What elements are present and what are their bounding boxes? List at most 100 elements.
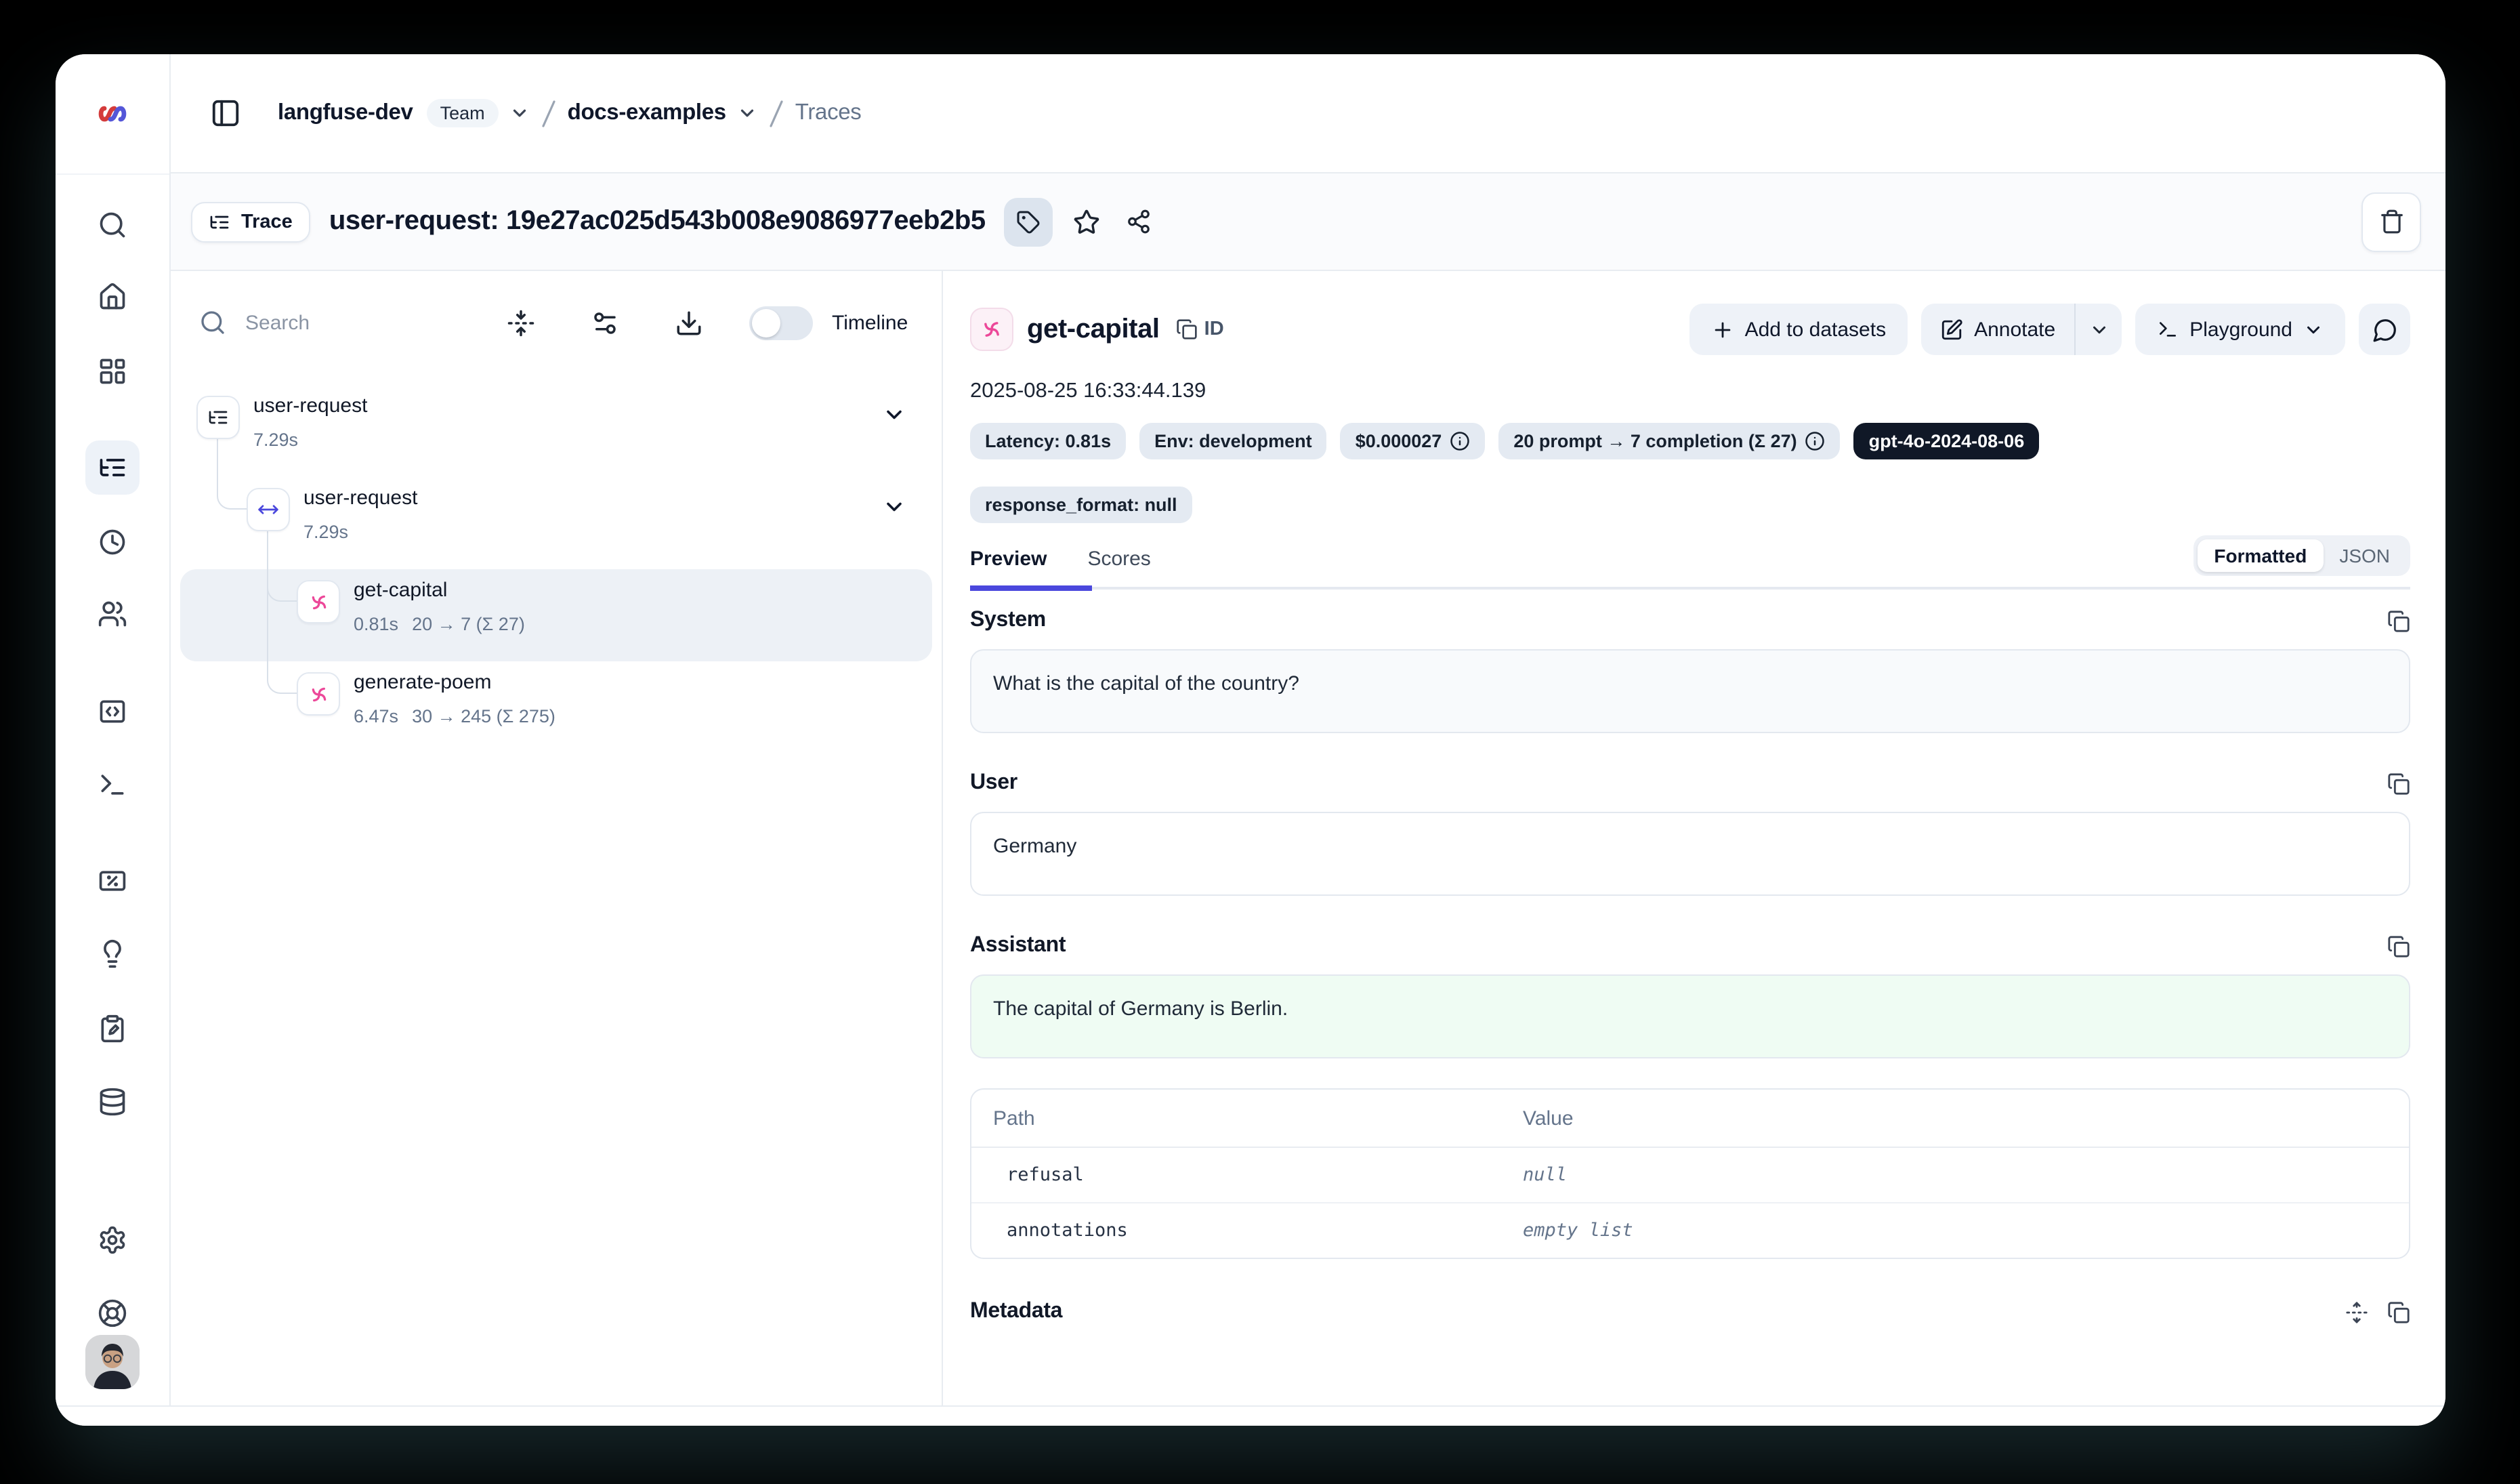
user-message-box: Germany (970, 812, 2410, 896)
breadcrumb-divider (765, 97, 787, 129)
comments-button[interactable] (2359, 304, 2410, 355)
download-icon[interactable] (673, 308, 703, 337)
response-format-badge: response_format: null (970, 487, 1192, 523)
terminal-icon (2157, 318, 2179, 340)
share-button[interactable] (1116, 199, 1162, 245)
cost-value: $0.000027 (1356, 431, 1442, 451)
tree-row-label: user-request (303, 487, 417, 510)
copy-icon (1176, 318, 1198, 340)
users-icon[interactable] (85, 587, 140, 641)
system-role-label: System (970, 609, 1046, 633)
annotate-dropdown-button[interactable] (2076, 304, 2122, 355)
user-role-label: User (970, 771, 1017, 796)
value-cell: empty list (1523, 1220, 2387, 1241)
generation-icon (970, 308, 1013, 351)
playground-button[interactable]: Playground (2135, 304, 2345, 355)
bookmark-star-button[interactable] (1064, 199, 1110, 245)
avatar-image (85, 1335, 140, 1389)
formatted-option[interactable]: Formatted (2198, 539, 2323, 572)
copy-icon[interactable] (2387, 609, 2410, 632)
datasets-database-icon[interactable] (85, 1075, 140, 1129)
breadcrumb-org[interactable]: docs-examples (568, 100, 726, 126)
settings-gear-icon[interactable] (85, 1213, 140, 1267)
delete-trace-button[interactable] (2361, 192, 2421, 251)
search-input[interactable] (243, 310, 451, 335)
breadcrumb-project[interactable]: langfuse-dev (278, 100, 413, 126)
collapse-all-icon[interactable] (505, 308, 535, 337)
chevron-down-icon (2303, 319, 2324, 339)
prompts-code-icon[interactable] (85, 684, 140, 739)
dashboard-icon[interactable] (85, 344, 140, 398)
annotate-label: Annotate (1974, 318, 2055, 341)
env-badge: Env: development (1139, 423, 1327, 459)
detail-title-row: get-capital ID Add to datasets Annotate (970, 304, 2410, 355)
tree-row-duration: 7.29s (303, 522, 348, 542)
copy-icon[interactable] (2387, 934, 2410, 957)
breadcrumb-section: Traces (795, 100, 862, 126)
detail-tabs: Preview Scores Formatted JSON (970, 548, 2410, 590)
observation-timestamp: 2025-08-25 16:33:44.139 (970, 379, 2410, 404)
copy-icon[interactable] (2387, 1300, 2410, 1323)
expand-icon[interactable] (2345, 1300, 2368, 1323)
star-icon (1074, 208, 1101, 235)
tree-row-tokens: 20 → 7 (Σ 27) (412, 614, 525, 634)
timeline-label: Timeline (832, 311, 908, 334)
system-section-header: System (970, 609, 2410, 633)
tag-button[interactable] (1005, 197, 1053, 246)
collapse-chevron-icon[interactable] (882, 403, 906, 427)
format-toggle: Formatted JSON (2193, 535, 2410, 576)
sessions-clock-icon[interactable] (85, 515, 140, 569)
home-icon[interactable] (85, 270, 140, 324)
assistant-message-box: The capital of Germany is Berlin. (970, 974, 2410, 1058)
search-icon[interactable] (85, 198, 140, 252)
copy-id-button[interactable]: ID (1176, 318, 1224, 340)
trace-title: user-request: 19e27ac025d543b008e9086977… (329, 206, 986, 237)
annotate-button[interactable]: Annotate (1921, 304, 2074, 355)
toggle-knob (752, 308, 780, 337)
view-options-icon[interactable] (589, 308, 619, 337)
tokens-value: 20 prompt → 7 completion (Σ 27) (1513, 431, 1797, 451)
org-chevron-down-icon[interactable] (737, 103, 757, 123)
project-chevron-down-icon[interactable] (509, 103, 530, 123)
trace-tree-icon (209, 211, 230, 232)
tab-scores[interactable]: Scores (1087, 548, 1150, 571)
top-nav: langfuse-dev Team docs-examples Traces (169, 54, 2445, 173)
add-to-datasets-button[interactable]: Add to datasets (1689, 304, 1908, 355)
evals-percent-icon[interactable] (85, 854, 140, 908)
user-avatar[interactable] (85, 1335, 140, 1389)
annotate-split-button: Annotate (1921, 304, 2122, 355)
annotation-clipboard-icon[interactable] (85, 1002, 140, 1056)
share-icon (1126, 209, 1152, 234)
latency-badge: Latency: 0.81s (970, 423, 1126, 459)
tab-preview[interactable]: Preview (970, 548, 1047, 571)
value-column-header: Value (1523, 1107, 2387, 1130)
playground-terminal-icon[interactable] (85, 758, 140, 812)
tree-row-label: user-request (253, 394, 367, 417)
value-cell: null (1523, 1164, 2387, 1186)
sidebar-toggle-icon[interactable] (202, 90, 248, 136)
copy-icon[interactable] (2387, 772, 2410, 795)
support-lifebuoy-icon[interactable] (85, 1286, 140, 1340)
app-window: langfuse-dev Team docs-examples Traces T… (56, 54, 2445, 1426)
cost-badge[interactable]: $0.000027 (1341, 423, 1486, 459)
langfuse-logo[interactable] (56, 54, 169, 175)
trace-type-label: Trace (241, 211, 293, 232)
tree-row-trace[interactable]: user-request 7.29s (169, 385, 942, 477)
icon-rail (56, 54, 171, 1407)
annotate-pen-icon (1940, 318, 1963, 341)
observation-detail-panel: get-capital ID Add to datasets Annotate (943, 271, 2445, 1407)
chat-bubble-icon (2372, 316, 2397, 342)
model-badge[interactable]: gpt-4o-2024-08-06 (1854, 423, 2040, 459)
project-type-badge: Team (427, 99, 499, 127)
timeline-toggle[interactable] (749, 306, 813, 339)
tree-connector (217, 436, 248, 510)
collapse-chevron-icon[interactable] (882, 495, 906, 519)
path-column-header: Path (993, 1107, 1523, 1130)
tokens-badge[interactable]: 20 prompt → 7 completion (Σ 27) (1498, 423, 1840, 459)
add-to-datasets-label: Add to datasets (1745, 318, 1887, 341)
json-option[interactable]: JSON (2323, 539, 2406, 572)
traces-icon[interactable] (85, 440, 140, 495)
tree-row-duration: 6.47s (354, 706, 398, 726)
metadata-section-header: Metadata (970, 1300, 2410, 1324)
insights-lightbulb-icon[interactable] (85, 927, 140, 981)
